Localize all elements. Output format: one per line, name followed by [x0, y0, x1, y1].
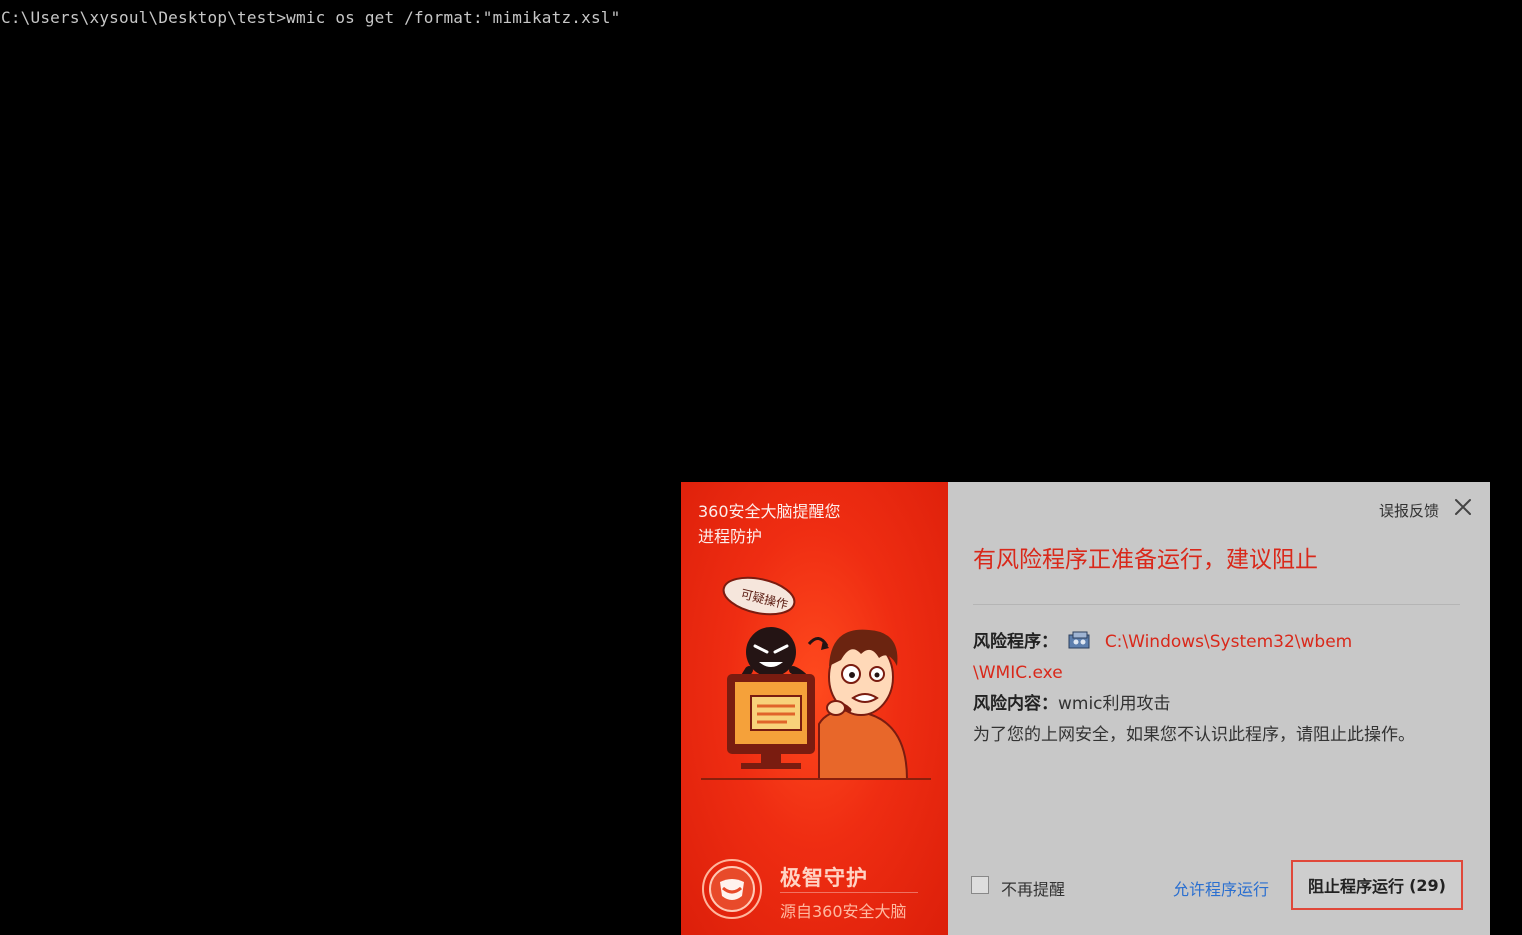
false-positive-feedback-link[interactable]: 误报反馈 [1379, 500, 1439, 521]
block-countdown: (29) [1409, 875, 1446, 895]
block-program-button[interactable]: 阻止程序运行 (29) [1291, 860, 1463, 910]
risk-program-path-continuation: \WMIC.exe [973, 658, 1473, 689]
worried-man-body [818, 709, 909, 780]
popup-header-title: 360安全大脑提醒您 [698, 502, 841, 521]
risk-info: 风险程序： C:\Windows\System32\wbem \WMIC.exe… [973, 627, 1473, 751]
brand-subtitle: 源自360安全大脑 [780, 902, 907, 921]
risk-content-value: wmic利用攻击 [1058, 694, 1171, 714]
risk-content-label: 风险内容： [973, 694, 1058, 714]
security-advice: 为了您的上网安全，如果您不认识此程序，请阻止此操作。 [973, 725, 1415, 745]
dont-remind-checkbox[interactable] [971, 876, 989, 894]
risk-content-row: 风险内容：wmic利用攻击 [973, 689, 1473, 720]
divider [973, 604, 1460, 605]
risk-program-row: 风险程序： C:\Windows\System32\wbem [973, 627, 1473, 658]
close-icon[interactable] [1452, 496, 1474, 518]
risk-program-path-line2: \WMIC.exe [973, 663, 1063, 683]
hacker-head [746, 627, 796, 677]
shield-logo-icon [702, 859, 762, 919]
suspicious-operation-illustration: 可疑操作 [701, 576, 931, 780]
dont-remind-label[interactable]: 不再提醒 [1001, 876, 1065, 900]
brand-divider [780, 892, 918, 893]
allow-program-link[interactable]: 允许程序运行 [1173, 876, 1269, 900]
brand-block: 极智守护 源自360安全大脑 [701, 854, 931, 924]
security-alert-popup: 360安全大脑提醒您 进程防护 可疑操作 极智守护 源自360安全大脑 误报反馈… [681, 482, 1490, 935]
popup-header-subtitle: 进程防护 [698, 527, 763, 546]
wmic-file-icon [1068, 631, 1090, 649]
popup-right-panel: 误报反馈 有风险程序正准备运行，建议阻止 风险程序： C:\Windows\Sy… [948, 482, 1490, 935]
brand-title: 极智守护 [780, 866, 868, 890]
risk-program-label: 风险程序： [973, 632, 1058, 652]
popup-header: 360安全大脑提醒您 进程防护 [698, 499, 841, 549]
risk-program-path-line1: C:\Windows\System32\wbem [1104, 632, 1353, 652]
alert-title: 有风险程序正准备运行，建议阻止 [973, 547, 1318, 573]
console-command-line: C:\Users\xysoul\Desktop\test>wmic os get… [1, 8, 621, 27]
popup-left-panel: 360安全大脑提醒您 进程防护 可疑操作 极智守护 源自360安全大脑 [681, 482, 948, 935]
block-button-label: 阻止程序运行 [1308, 877, 1405, 896]
